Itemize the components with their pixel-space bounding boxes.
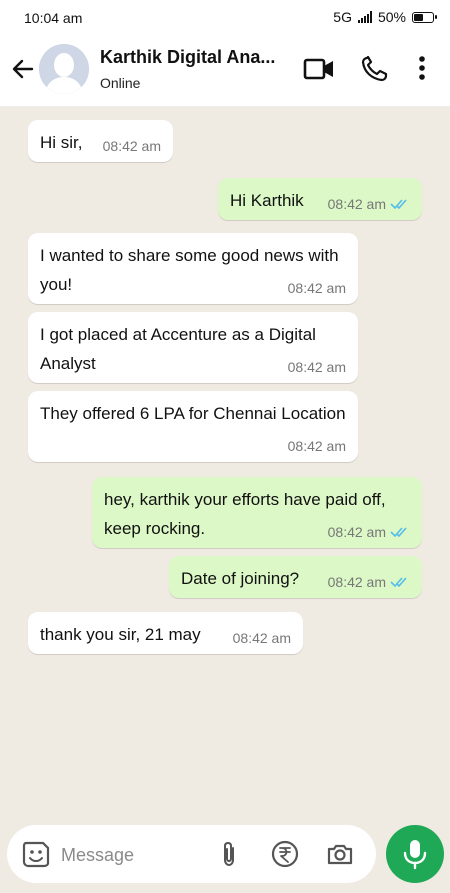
signal-icon [357,11,372,23]
network-type: 5G [333,9,352,25]
message-bubble-incoming[interactable]: Hi sir, 08:42 am [28,120,173,162]
message-bubble-incoming[interactable]: thank you sir, 21 may 08:42 am [28,612,303,654]
battery-level [414,13,423,21]
chat-area[interactable]: Hi sir, 08:42 am Hi Karthik 08:42 am I w… [0,106,450,823]
more-options-icon[interactable] [412,54,432,84]
message-bubble-incoming[interactable]: I wanted to share some good news with yo… [28,233,358,304]
status-bar: 10:04 am 5G 50% [0,0,450,34]
avatar[interactable] [39,44,89,94]
chat-header: Karthik Digital Ana... Online [0,34,450,107]
message-time: 08:42 am [327,524,386,540]
message-composer [7,825,376,883]
read-ticks-icon [390,199,407,210]
message-time: 08:42 am [327,574,386,590]
message-time: 08:42 am [232,630,291,646]
message-text: Date of joining? [181,569,300,588]
message-text: Hi sir, [40,133,83,152]
phone-icon[interactable] [358,54,392,84]
message-bubble-outgoing[interactable]: Hi Karthik 08:42 am [218,178,422,220]
camera-icon[interactable] [325,839,355,869]
rupee-payment-icon[interactable] [270,839,300,869]
attach-icon[interactable] [214,839,244,869]
message-text: I got placed at Accenture as a Digital A… [40,325,316,373]
message-time: 08:42 am [287,359,346,375]
video-call-icon[interactable] [302,54,336,84]
message-bubble-outgoing[interactable]: Date of joining? 08:42 am [169,556,422,598]
message-time: 08:42 am [102,138,161,154]
mic-button[interactable] [386,825,444,883]
status-indicators: 5G 50% [333,9,437,25]
message-bubble-incoming[interactable]: I got placed at Accenture as a Digital A… [28,312,358,383]
contact-name[interactable]: Karthik Digital Ana... [100,47,275,68]
sticker-icon[interactable] [21,839,51,869]
battery-icon [412,11,437,23]
message-time: 08:42 am [327,196,386,212]
back-arrow-icon[interactable] [10,56,36,82]
message-bubble-incoming[interactable]: They offered 6 LPA for Chennai Location … [28,391,358,462]
message-time: 08:42 am [287,438,346,454]
status-time: 10:04 am [24,10,83,26]
contact-status: Online [100,75,141,91]
read-ticks-icon [390,527,407,538]
message-text: Hi Karthik [230,191,304,210]
message-text: They offered 6 LPA for Chennai Location [40,404,346,423]
mic-icon [403,840,427,870]
battery-percent: 50% [377,9,406,25]
message-bubble-outgoing[interactable]: hey, karthik your efforts have paid off,… [92,477,422,548]
message-time: 08:42 am [287,280,346,296]
message-text: thank you sir, 21 may [40,625,201,644]
read-ticks-icon [390,577,407,588]
message-input[interactable] [59,839,203,871]
